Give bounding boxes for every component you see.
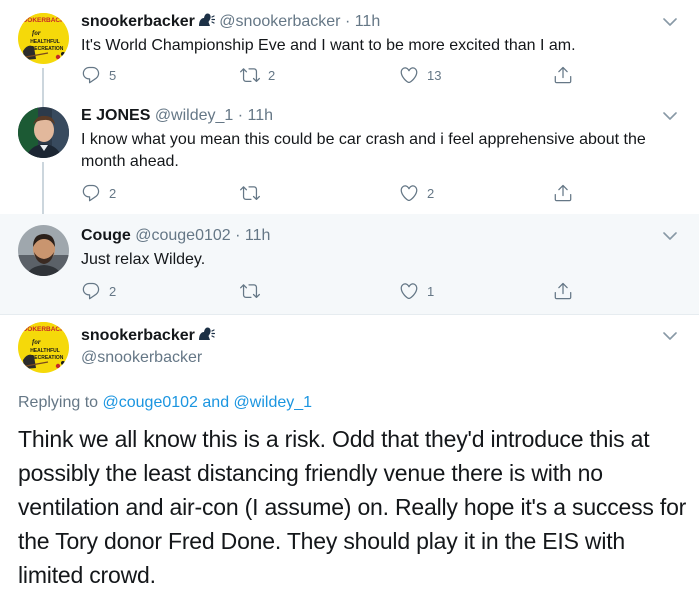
heart-icon xyxy=(399,281,419,301)
retweet-button[interactable]: 2 xyxy=(240,65,275,85)
snookerbacker-logo-icon xyxy=(18,13,69,64)
share-icon xyxy=(553,281,573,301)
avatar[interactable] xyxy=(18,225,69,276)
tweet-2[interactable]: E JONES @wildey_1 · 11h I know what you … xyxy=(0,104,699,214)
user-photo-icon xyxy=(18,225,69,276)
tweet-header: snookerbacker @snookerbacker · 11h xyxy=(81,11,380,33)
reply-button[interactable]: 5 xyxy=(81,65,116,85)
reply-count: 5 xyxy=(109,67,117,83)
thread-line xyxy=(42,68,44,108)
speaking-head-icon xyxy=(197,12,215,28)
retweet-button[interactable] xyxy=(240,281,268,301)
snookerbacker-logo-icon xyxy=(18,322,69,373)
handle[interactable]: @wildey_1 xyxy=(155,107,234,124)
retweet-button[interactable] xyxy=(240,183,268,203)
replying-prefix: Replying to xyxy=(18,394,99,411)
like-button[interactable]: 2 xyxy=(399,183,434,203)
replying-to: Replying to @couge0102 and @wildey_1 xyxy=(18,393,312,413)
heart-icon xyxy=(399,65,419,85)
retweet-count: 2 xyxy=(268,67,276,83)
retweet-icon xyxy=(240,281,260,301)
reply-button[interactable]: 2 xyxy=(81,281,116,301)
chevron-down-icon[interactable] xyxy=(663,231,677,241)
tweet-text: It's World Championship Eve and I want t… xyxy=(81,37,576,54)
thread-line xyxy=(42,162,44,214)
avatar[interactable] xyxy=(18,107,69,158)
main-tweet-text: Think we all know this is a risk. Odd th… xyxy=(18,426,687,588)
handle[interactable]: @couge0102 xyxy=(135,227,230,244)
share-icon xyxy=(553,65,573,85)
mention-link[interactable]: @couge0102 xyxy=(103,394,198,411)
like-button[interactable]: 1 xyxy=(399,281,434,301)
share-icon xyxy=(553,183,573,203)
main-handle[interactable]: @snookerbacker xyxy=(81,347,202,369)
speaking-head-icon xyxy=(197,326,215,342)
reply-icon xyxy=(81,65,101,85)
reply-icon xyxy=(81,183,101,203)
mention-and[interactable]: and xyxy=(202,394,229,411)
avatar[interactable] xyxy=(18,13,69,64)
display-name[interactable]: E JONES xyxy=(81,107,150,124)
like-count: 1 xyxy=(427,283,435,299)
display-name[interactable]: snookerbacker xyxy=(81,13,195,30)
display-name[interactable]: snookerbacker xyxy=(81,327,195,344)
tweet-header: E JONES @wildey_1 · 11h xyxy=(81,105,273,127)
reply-count: 2 xyxy=(109,283,117,299)
like-button[interactable]: 13 xyxy=(399,65,441,85)
user-photo-icon xyxy=(18,107,69,158)
chevron-down-icon[interactable] xyxy=(663,331,677,341)
chevron-down-icon[interactable] xyxy=(663,111,677,121)
chevron-down-icon[interactable] xyxy=(663,17,677,27)
share-button[interactable] xyxy=(553,65,581,85)
tweet-1[interactable]: snookerbacker @snookerbacker · 11h It's … xyxy=(0,0,699,108)
display-name[interactable]: Couge xyxy=(81,227,131,244)
separator-dot: · xyxy=(237,107,244,124)
share-button[interactable] xyxy=(553,183,581,203)
like-count: 2 xyxy=(427,185,435,201)
separator-dot: · xyxy=(344,13,351,30)
tweet-text: I know what you mean this could be car c… xyxy=(81,131,646,170)
main-display-name[interactable]: snookerbacker xyxy=(81,325,215,347)
reply-icon xyxy=(81,281,101,301)
separator-dot: · xyxy=(235,227,241,244)
heart-icon xyxy=(399,183,419,203)
like-count: 13 xyxy=(427,67,442,83)
reply-button[interactable]: 2 xyxy=(81,183,116,203)
share-button[interactable] xyxy=(553,281,581,301)
timestamp[interactable]: 11h xyxy=(355,13,381,30)
tweet-3[interactable]: Couge @couge0102 · 11h Just relax Wildey… xyxy=(0,214,699,314)
tweet-text: Just relax Wildey. xyxy=(81,251,206,268)
timestamp[interactable]: 11h xyxy=(245,227,271,244)
retweet-icon xyxy=(240,65,260,85)
tweet-header: Couge @couge0102 · 11h xyxy=(81,225,270,247)
reply-count: 2 xyxy=(109,185,117,201)
avatar[interactable] xyxy=(18,322,69,373)
timestamp[interactable]: 11h xyxy=(248,107,274,124)
retweet-icon xyxy=(240,183,260,203)
mention-link[interactable]: @wildey_1 xyxy=(234,394,313,411)
handle[interactable]: @snookerbacker xyxy=(219,13,340,30)
